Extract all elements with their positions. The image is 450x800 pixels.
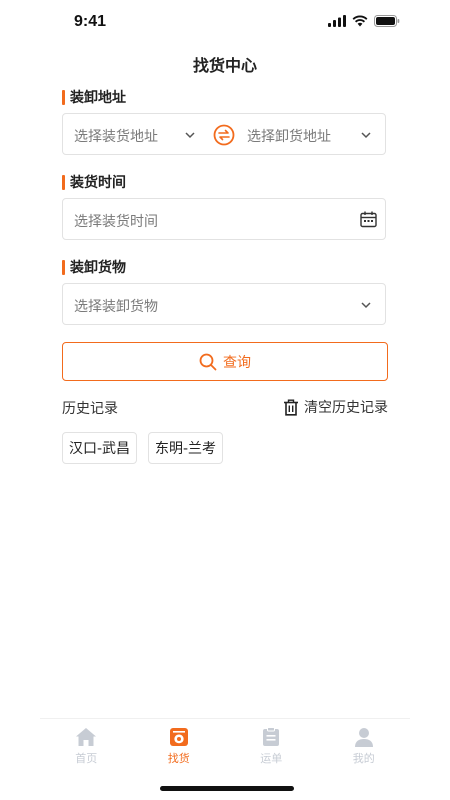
chevron-down-icon[interactable] <box>184 129 196 141</box>
tab-home-label: 首页 <box>75 752 98 765</box>
cargo-placeholder: 选择装卸货物 <box>74 299 158 315</box>
route-field: 选择装货地址 选择卸货地址 <box>62 113 386 155</box>
waybill-icon <box>263 727 280 746</box>
status-icons <box>328 15 400 27</box>
tab-home[interactable]: 首页 <box>40 719 133 770</box>
page-title: 找货中心 <box>192 56 257 75</box>
tab-find-cargo[interactable]: 找货 <box>133 719 226 770</box>
section-marker <box>62 89 65 105</box>
tab-waybill[interactable]: 运单 <box>225 719 318 770</box>
history-chip[interactable]: 东明-兰考 <box>148 432 224 464</box>
user-icon <box>354 728 373 747</box>
signal-icon <box>328 15 346 27</box>
chevron-down-icon[interactable] <box>360 129 372 141</box>
cargo-select[interactable]: 选择装卸货物 <box>62 283 386 325</box>
section-label-time: 装货时间 <box>62 172 126 192</box>
load-address-select[interactable]: 选择装货地址 <box>74 126 158 146</box>
status-time: 9:41 <box>74 13 107 30</box>
tab-mine[interactable]: 我的 <box>318 719 411 770</box>
search-icon <box>199 353 217 370</box>
unload-address-select[interactable]: 选择卸货地址 <box>247 126 331 146</box>
history-title: 历史记录 <box>62 401 118 417</box>
tab-mine-label: 我的 <box>352 752 375 765</box>
tab-find-cargo-label: 找货 <box>167 752 190 765</box>
calendar-icon[interactable] <box>360 211 377 228</box>
home-indicator <box>160 786 294 791</box>
battery-icon <box>374 15 400 27</box>
find-cargo-icon <box>169 728 188 746</box>
section-label-cargo: 装卸货物 <box>62 257 126 277</box>
status-bar: 9:41 <box>0 0 450 44</box>
search-button[interactable]: 查询 <box>62 342 388 381</box>
section-label-text: 装货时间 <box>70 175 126 191</box>
load-time-placeholder: 选择装货时间 <box>74 214 158 230</box>
home-icon <box>76 728 97 746</box>
section-marker <box>62 174 65 190</box>
history-chip[interactable]: 汉口-武昌 <box>62 432 138 464</box>
search-button-label: 查询 <box>223 354 251 371</box>
swap-icon[interactable] <box>213 124 235 146</box>
trash-icon <box>284 399 298 416</box>
clear-history-button[interactable]: 清空历史记录 <box>283 397 388 417</box>
section-marker <box>62 259 65 275</box>
tab-bar: 首页 找货 运单 我的 <box>40 718 410 770</box>
section-label-text: 装卸地址 <box>70 90 126 106</box>
section-label-route: 装卸地址 <box>62 87 126 107</box>
tab-waybill-label: 运单 <box>260 752 283 765</box>
wifi-icon <box>352 15 368 27</box>
load-time-select[interactable]: 选择装货时间 <box>62 198 386 240</box>
clear-history-label: 清空历史记录 <box>304 400 388 416</box>
section-label-text: 装卸货物 <box>70 260 126 276</box>
chevron-down-icon[interactable] <box>360 299 372 311</box>
